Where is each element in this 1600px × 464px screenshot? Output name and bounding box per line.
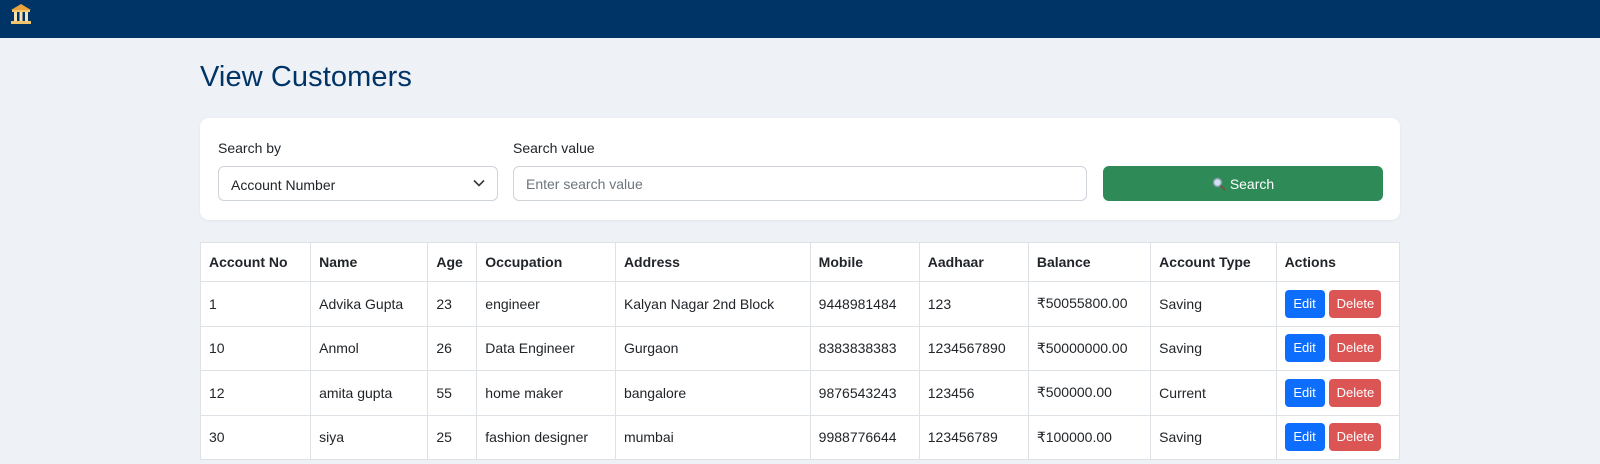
cell-aadhaar: 123	[918, 281, 1029, 327]
edit-button[interactable]: Edit	[1284, 289, 1325, 318]
cell-actions: Edit Delete	[1275, 281, 1401, 327]
cell-name: siya	[310, 414, 429, 460]
cell-age: 25	[427, 414, 478, 460]
cell-mobile: 9988776644	[809, 414, 920, 460]
column-header: Aadhaar	[918, 242, 1029, 282]
column-header: Age	[427, 242, 478, 282]
search-button[interactable]: Search	[1103, 166, 1383, 201]
delete-button[interactable]: Delete	[1329, 334, 1382, 363]
column-header: Occupation	[476, 242, 616, 282]
cell-name: Anmol	[310, 325, 429, 371]
column-header: Address	[614, 242, 811, 282]
cell-occupation: engineer	[476, 281, 616, 327]
cell-aadhaar: 123456	[918, 370, 1029, 416]
delete-button[interactable]: Delete	[1329, 289, 1382, 318]
column-header: Mobile	[809, 242, 920, 282]
top-navbar	[0, 0, 1600, 38]
chevron-down-icon	[473, 179, 485, 187]
cell-account-type: Saving	[1150, 281, 1277, 327]
column-header: Name	[310, 242, 429, 282]
cell-actions: Edit Delete	[1275, 370, 1401, 416]
table-row: 10 Anmol 26 Data Engineer Gurgaon 838383…	[199, 325, 1401, 371]
table-row: 12 amita gupta 55 home maker bangalore 9…	[199, 370, 1401, 416]
cell-account-type: Current	[1150, 370, 1277, 416]
cell-account-type: Saving	[1150, 414, 1277, 460]
cell-account-no: 30	[199, 414, 312, 460]
cell-occupation: fashion designer	[476, 414, 616, 460]
cell-balance: ₹50055800.00	[1027, 281, 1152, 327]
table-row: 1 Advika Gupta 23 engineer Kalyan Nagar …	[199, 281, 1401, 327]
cell-address: Kalyan Nagar 2nd Block	[614, 281, 811, 327]
column-header: Account No	[199, 242, 312, 282]
cell-actions: Edit Delete	[1275, 325, 1401, 371]
edit-button[interactable]: Edit	[1284, 378, 1325, 407]
cell-account-no: 12	[199, 370, 312, 416]
cell-age: 26	[427, 325, 478, 371]
search-button-label: Search	[1229, 175, 1275, 192]
delete-button[interactable]: Delete	[1329, 423, 1382, 452]
cell-mobile: 9876543243	[809, 370, 920, 416]
cell-name: Advika Gupta	[310, 281, 429, 327]
cell-aadhaar: 123456789	[918, 414, 1029, 460]
cell-actions: Edit Delete	[1275, 414, 1401, 460]
search-value-input[interactable]	[513, 166, 1087, 201]
cell-account-no: 1	[199, 281, 312, 327]
page-title: View Customers	[200, 61, 412, 93]
search-by-value: Account Number	[231, 177, 336, 193]
cell-age: 23	[427, 281, 478, 327]
column-header: Actions	[1275, 242, 1401, 282]
cell-account-no: 10	[199, 325, 312, 371]
table-header-row: Account No Name Age Occupation Address M…	[199, 242, 1401, 282]
cell-address: Gurgaon	[614, 325, 811, 371]
cell-balance: ₹100000.00	[1027, 414, 1152, 460]
edit-button[interactable]: Edit	[1284, 423, 1325, 452]
cell-mobile: 9448981484	[809, 281, 920, 327]
cell-aadhaar: 1234567890	[918, 325, 1029, 371]
magnifier-icon	[1212, 177, 1226, 191]
cell-balance: ₹50000000.00	[1027, 325, 1152, 371]
bank-building-icon[interactable]	[10, 3, 32, 25]
search-by-label: Search by	[218, 140, 282, 156]
cell-name: amita gupta	[310, 370, 429, 416]
column-header: Account Type	[1150, 242, 1277, 282]
cell-occupation: Data Engineer	[476, 325, 616, 371]
cell-age: 55	[427, 370, 478, 416]
cell-balance: ₹500000.00	[1027, 370, 1152, 416]
cell-address: mumbai	[614, 414, 811, 460]
cell-address: bangalore	[614, 370, 811, 416]
table-row: 30 siya 25 fashion designer mumbai 99887…	[199, 414, 1401, 460]
delete-button[interactable]: Delete	[1329, 378, 1382, 407]
customers-table: Account No Name Age Occupation Address M…	[199, 242, 1401, 460]
cell-account-type: Saving	[1150, 325, 1277, 371]
edit-button[interactable]: Edit	[1284, 334, 1325, 363]
cell-occupation: home maker	[476, 370, 616, 416]
search-by-select[interactable]: Account Number	[218, 166, 498, 201]
cell-mobile: 8383838383	[809, 325, 920, 371]
search-panel: Search by Account Number Search value Se…	[200, 118, 1400, 220]
search-value-label: Search value	[513, 140, 595, 156]
column-header: Balance	[1027, 242, 1152, 282]
